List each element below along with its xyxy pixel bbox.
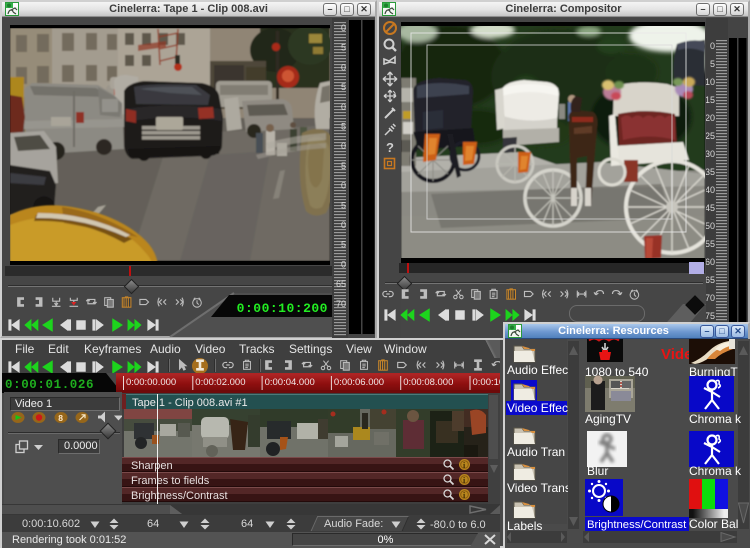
svg-text:70: 70 <box>706 293 715 303</box>
svg-text:Blur: Blur <box>587 464 608 478</box>
svg-text:8: 8 <box>58 413 63 423</box>
svg-text:Video Effec: Video Effec <box>507 401 568 415</box>
svg-text:5: 5 <box>341 200 346 210</box>
svg-text:0: 0 <box>341 23 346 33</box>
svg-text:5: 5 <box>341 43 346 53</box>
svg-text:5: 5 <box>710 59 715 69</box>
svg-text:25: 25 <box>706 131 715 141</box>
svg-text:Audio Tran: Audio Tran <box>507 445 565 459</box>
svg-text:0:00:00.000: 0:00:00.000 <box>126 377 176 388</box>
svg-text:0:00:04.000: 0:00:04.000 <box>265 377 315 388</box>
svg-text:40: 40 <box>706 185 715 195</box>
svg-text:Chroma k: Chroma k <box>689 412 742 426</box>
svg-text:0:00:08.000: 0:00:08.000 <box>403 377 453 388</box>
svg-text:Brightness/Contrast: Brightness/Contrast <box>587 519 687 531</box>
svg-text:Vide: Vide <box>661 346 692 363</box>
svg-text:5: 5 <box>341 122 346 132</box>
svg-text:0: 0 <box>341 102 346 112</box>
svg-text:0: 0 <box>341 62 346 72</box>
svg-text:Tape 1 - Clip 008.avi #1: Tape 1 - Clip 008.avi #1 <box>132 397 248 409</box>
svg-text:Video Trans: Video Trans <box>507 481 571 495</box>
svg-text:30: 30 <box>706 149 715 159</box>
svg-text:65: 65 <box>336 279 346 289</box>
svg-text:20: 20 <box>706 113 715 123</box>
svg-text:35: 35 <box>706 167 715 177</box>
svg-text:0: 0 <box>710 41 715 51</box>
svg-text:Chroma k: Chroma k <box>689 464 742 478</box>
svg-text:0:00:10:200: 0:00:10:200 <box>237 301 328 316</box>
svg-text:0:00:02.000: 0:00:02.000 <box>195 377 245 388</box>
svg-text:0: 0 <box>341 141 346 151</box>
svg-text:Brightness/Contrast: Brightness/Contrast <box>131 490 228 502</box>
svg-text:45: 45 <box>706 203 715 213</box>
svg-text:10: 10 <box>706 77 715 87</box>
svg-text:55: 55 <box>706 239 715 249</box>
svg-text:0:00:10.000: 0:00:10.000 <box>473 377 501 388</box>
svg-text:Sharpen: Sharpen <box>131 460 173 472</box>
svg-text:Audio Effec: Audio Effec <box>507 363 568 377</box>
svg-text:0: 0 <box>341 220 346 230</box>
svg-text:65: 65 <box>706 275 715 285</box>
svg-text:5: 5 <box>341 161 346 171</box>
svg-text:75: 75 <box>706 311 715 321</box>
svg-text:Color Bal: Color Bal <box>689 517 738 531</box>
svg-text:70: 70 <box>336 299 346 309</box>
svg-text:5: 5 <box>341 240 346 250</box>
svg-text:0:00:06.000: 0:00:06.000 <box>334 377 384 388</box>
svg-text:15: 15 <box>706 95 715 105</box>
svg-text:Frames to fields: Frames to fields <box>131 475 210 487</box>
svg-text:Labels: Labels <box>507 519 542 533</box>
svg-text:0: 0 <box>341 259 346 269</box>
svg-text:50: 50 <box>706 221 715 231</box>
svg-text:0: 0 <box>341 181 346 191</box>
svg-text:AgingTV: AgingTV <box>585 412 631 426</box>
svg-text:60: 60 <box>706 257 715 267</box>
svg-text:?: ? <box>386 140 394 155</box>
svg-text:5: 5 <box>341 82 346 92</box>
